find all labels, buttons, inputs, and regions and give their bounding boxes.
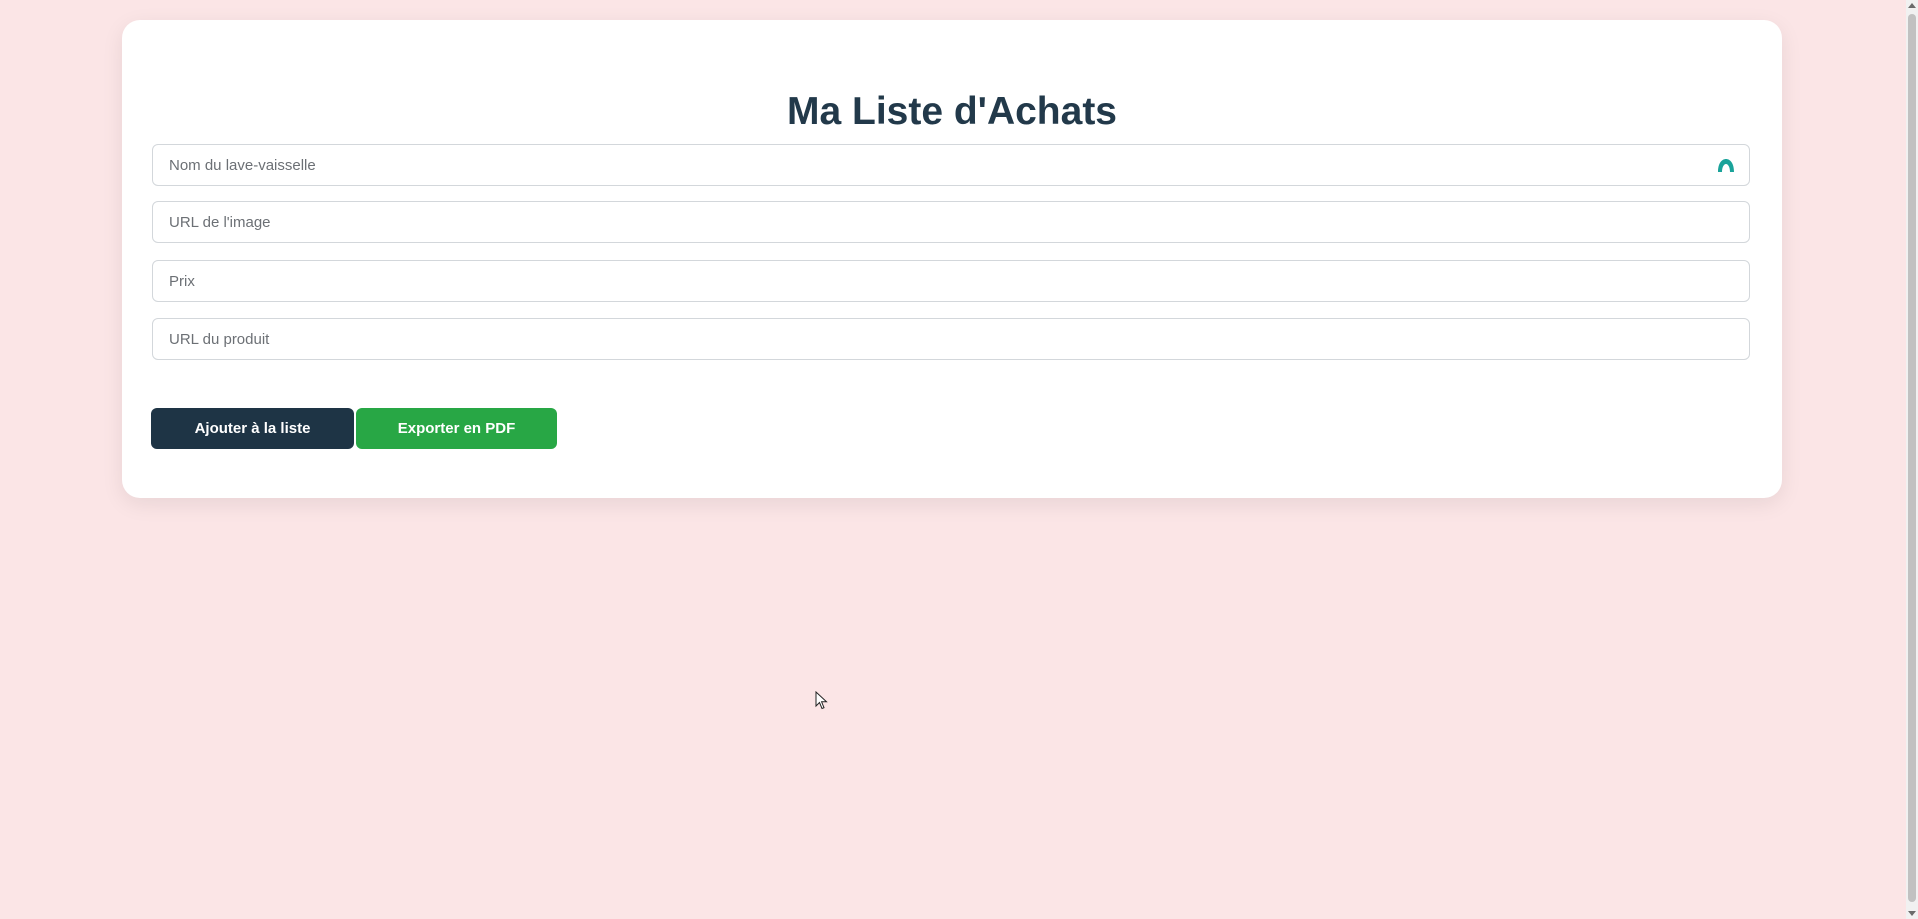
shopping-list-card: Ma Liste d'Achats Ajouter à la liste Exp… xyxy=(122,20,1782,498)
price-input[interactable] xyxy=(153,261,1749,301)
image-url-input[interactable] xyxy=(153,202,1749,242)
name-input[interactable] xyxy=(153,145,1749,185)
price-field xyxy=(152,260,1750,302)
scroll-down-arrow-icon[interactable] xyxy=(1908,911,1916,916)
product-url-input[interactable] xyxy=(153,319,1749,359)
page-title: Ma Liste d'Achats xyxy=(786,90,1117,133)
image-url-field xyxy=(152,201,1750,243)
mouse-pointer-icon xyxy=(815,691,828,710)
product-url-field xyxy=(152,318,1750,360)
vertical-scrollbar[interactable] xyxy=(1906,0,1918,919)
scroll-up-arrow-icon[interactable] xyxy=(1908,3,1916,8)
autofill-extension-icon[interactable] xyxy=(1715,155,1737,177)
scrollbar-thumb[interactable] xyxy=(1908,14,1916,902)
export-pdf-button[interactable]: Exporter en PDF xyxy=(356,408,557,449)
add-to-list-button[interactable]: Ajouter à la liste xyxy=(151,408,354,449)
name-field xyxy=(152,144,1750,186)
page: Ma Liste d'Achats Ajouter à la liste Exp… xyxy=(0,0,1918,919)
